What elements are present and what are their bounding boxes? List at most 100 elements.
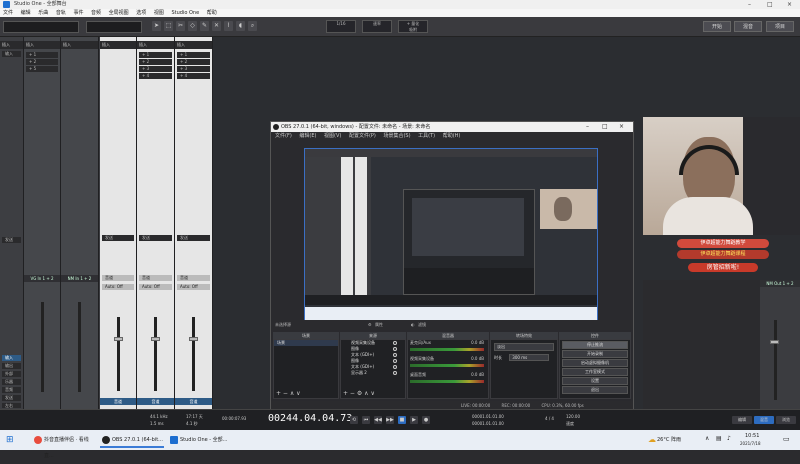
side-btn-send[interactable]: 发送 — [2, 395, 21, 401]
layout-select[interactable] — [86, 21, 142, 33]
visibility-icon[interactable] — [393, 353, 397, 357]
start-page-button[interactable]: 开始 — [703, 21, 731, 32]
gear-icon[interactable]: ⚙ — [368, 320, 372, 330]
route-slot[interactable]: + 1 — [26, 52, 58, 58]
menu-song[interactable]: 乐曲 — [38, 10, 48, 16]
stop-streaming-button[interactable]: 停止推流 — [562, 341, 628, 349]
obs-minimize-icon[interactable]: – — [586, 122, 589, 132]
weather-text[interactable]: 26°C 阵雨 — [657, 436, 681, 443]
side-btn-external[interactable]: 外部 — [2, 371, 21, 377]
source-add-icon[interactable]: + − ⚙ ∧ ∨ — [343, 390, 375, 397]
route-slot[interactable]: + 1 — [177, 52, 210, 58]
menu-studio-one[interactable]: Studio One — [171, 10, 199, 16]
loop-icon[interactable]: ⟲ — [350, 416, 358, 424]
project-button[interactable]: 项目 — [766, 21, 794, 32]
pencil-tool-icon[interactable]: ✎ — [200, 21, 209, 31]
auto-label[interactable]: Auto: Off — [177, 284, 210, 290]
obs-menu-scene-collection[interactable]: 场景集合(S) — [383, 133, 410, 139]
menu-options[interactable]: 选项 — [136, 10, 146, 16]
mute-tool-icon[interactable]: ✕ — [212, 21, 221, 31]
route-slot[interactable]: + 3 — [139, 66, 172, 72]
volume-meter[interactable] — [410, 380, 484, 383]
forward-icon[interactable]: ▶▶ — [386, 416, 394, 424]
preset-select[interactable] — [3, 21, 79, 33]
scene-add-icon[interactable]: + − ∧ ∨ — [276, 390, 301, 397]
menu-track[interactable]: 音轨 — [56, 10, 66, 16]
back-icon[interactable]: ◀◀ — [374, 416, 382, 424]
fader-track[interactable] — [78, 302, 81, 392]
menu-edit[interactable]: 编辑 — [21, 10, 31, 16]
close-icon[interactable]: × — [787, 0, 792, 9]
route-slot[interactable]: + 2 — [139, 59, 172, 65]
maximize-icon[interactable]: □ — [767, 0, 773, 9]
volume-meter[interactable] — [410, 348, 484, 351]
obs-menu-view[interactable]: 视图(V) — [324, 133, 341, 139]
fader-track[interactable] — [192, 317, 195, 391]
obs-menu-file[interactable]: 文件(F) — [275, 133, 292, 139]
menu-view[interactable]: 视图 — [154, 10, 164, 16]
duration-input[interactable]: 300 ms — [509, 354, 550, 361]
route-slot[interactable]: + 2 — [177, 59, 210, 65]
studio-mode-button[interactable]: 工作室模式 — [562, 368, 628, 376]
visibility-icon[interactable] — [393, 347, 397, 351]
clock-date[interactable]: 2021/7/18 — [740, 441, 761, 446]
menu-help[interactable]: 帮助 — [207, 10, 217, 16]
fader-track[interactable] — [154, 317, 157, 391]
exit-button[interactable]: 退出 — [562, 386, 628, 394]
route-slot[interactable]: + 2 — [26, 59, 58, 65]
properties-button[interactable]: 属性 — [375, 320, 383, 330]
visibility-icon[interactable] — [393, 365, 397, 369]
stop-icon[interactable]: ■ — [398, 416, 406, 424]
scene-item[interactable]: 场景 — [274, 340, 338, 346]
tray-chevron-icon[interactable]: ∧ — [705, 435, 709, 442]
network-icon[interactable]: ▤ — [716, 435, 722, 442]
side-btn-lr[interactable]: 左右 — [2, 403, 21, 408]
auto-label[interactable]: Auto: Off — [139, 284, 172, 290]
range-tool-icon[interactable]: ⬚ — [164, 21, 173, 31]
taskbar-app-douyin[interactable]: 抖音直播伴侣 · 看线直... — [32, 432, 96, 459]
obs-preview-canvas[interactable] — [304, 148, 598, 329]
side-btn-instrument[interactable]: 乐器 — [2, 379, 21, 385]
timebase-display[interactable]: 速率 — [362, 20, 392, 33]
side-btn-input[interactable]: 输入 — [2, 355, 21, 361]
eraser-tool-icon[interactable]: ◇ — [188, 21, 197, 31]
fader-track[interactable] — [117, 317, 120, 391]
filter-icon[interactable]: ◐ — [411, 320, 415, 330]
edit-button[interactable]: 编辑 — [732, 416, 752, 424]
volume-fader[interactable] — [114, 337, 123, 341]
taskbar-app-studio-one[interactable]: Studio One - 全部... — [168, 432, 232, 448]
obs-menu-profile[interactable]: 配置文件(P) — [349, 133, 376, 139]
volume-fader[interactable] — [151, 337, 160, 341]
obs-close-icon[interactable]: × — [619, 122, 624, 132]
route-slot[interactable]: + 5 — [26, 66, 58, 72]
side-btn-output[interactable]: 输出 — [2, 363, 21, 369]
record-icon[interactable]: ● — [422, 416, 430, 424]
browse-button[interactable]: 浏览 — [776, 416, 796, 424]
taskbar-app-obs[interactable]: OBS 27.0.1 (64-bit... — [100, 432, 164, 448]
zoom-tool-icon[interactable]: ⌕ — [248, 21, 257, 31]
start-virtual-camera-button[interactable]: 启动虚拟摄像机 — [562, 359, 628, 367]
volume-fader[interactable] — [189, 337, 198, 341]
menu-event[interactable]: 事件 — [73, 10, 83, 16]
minimize-icon[interactable]: – — [748, 0, 751, 9]
notification-icon[interactable]: ▭ — [783, 435, 790, 443]
visibility-icon[interactable] — [393, 341, 397, 345]
main-volume-fader[interactable] — [770, 340, 779, 344]
visibility-icon[interactable] — [393, 371, 397, 375]
main-fader-track[interactable] — [774, 320, 777, 400]
obs-maximize-icon[interactable]: □ — [602, 122, 608, 132]
auto-label[interactable]: Auto: Off — [102, 284, 134, 290]
rewind-icon[interactable]: ⏮ — [362, 416, 370, 424]
settings-button[interactable]: 设置 — [562, 377, 628, 385]
route-slot[interactable]: + 1 — [139, 52, 172, 58]
filters-button[interactable]: 滤镜 — [418, 320, 426, 330]
source-item[interactable]: 显示器 2 — [341, 370, 405, 376]
route-slot[interactable]: + 4 — [139, 73, 172, 79]
play-icon[interactable]: ▶ — [410, 416, 418, 424]
menu-file[interactable]: 文件 — [3, 10, 13, 16]
side-btn-audio[interactable]: 音频 — [2, 387, 21, 393]
route-slot[interactable]: + 4 — [177, 73, 210, 79]
listen-tool-icon[interactable]: ◖ — [236, 21, 245, 31]
mix-button[interactable]: 混音 — [754, 416, 774, 424]
clock-time[interactable]: 10:51 — [745, 433, 759, 439]
